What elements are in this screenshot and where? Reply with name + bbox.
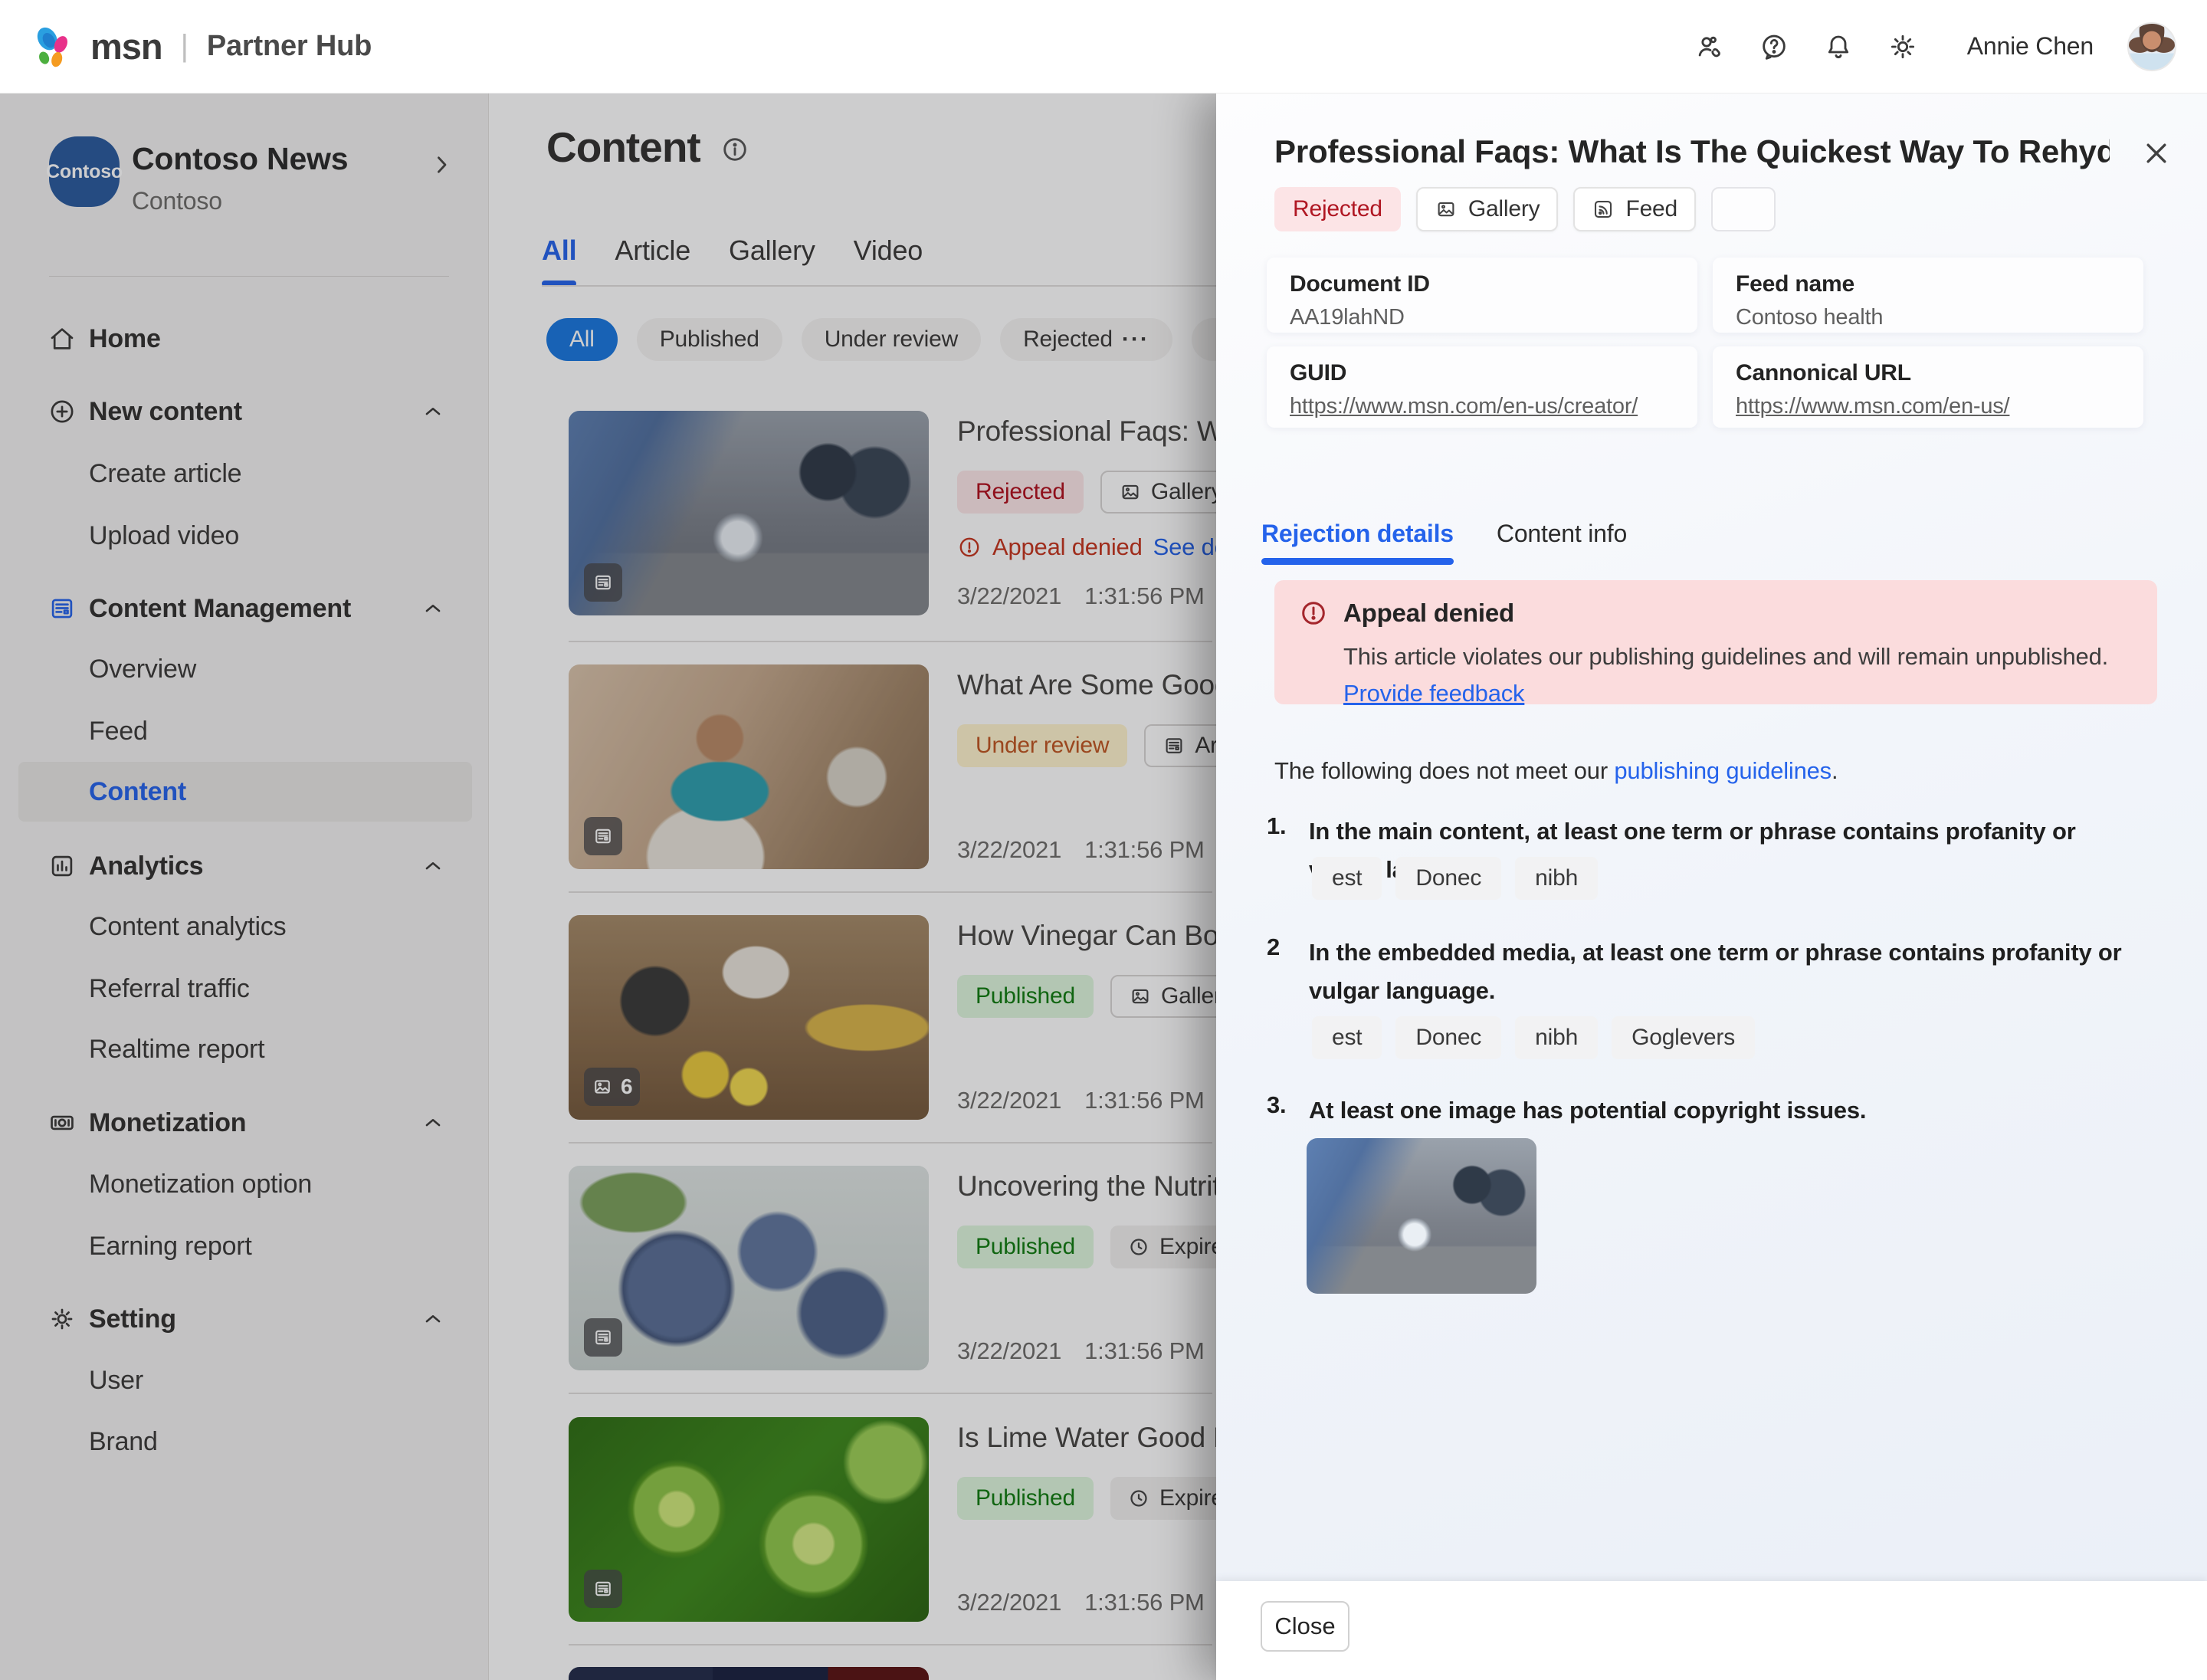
guid-link[interactable]: https://www.msn.com/en-us/creator/	[1290, 394, 1674, 419]
panel-footer: Close	[1216, 1581, 2207, 1680]
settings-gear-icon[interactable]	[1887, 31, 1918, 62]
tab-rejection-details[interactable]: Rejection details	[1261, 520, 1454, 565]
document-id-card: Document ID AA19lahND	[1267, 258, 1697, 333]
app-window: msn | Partner Hub	[0, 0, 2207, 1680]
topbar-actions: Annie Chen	[1694, 22, 2176, 71]
violation-terms: est Donec nibh	[1312, 857, 1598, 900]
brand-product: Partner Hub	[207, 30, 372, 63]
appeal-denied-alert: Appeal denied This article violates our …	[1274, 580, 2157, 704]
tab-content-info[interactable]: Content info	[1497, 520, 1627, 565]
close-icon[interactable]	[2141, 138, 2172, 169]
canonical-url-link[interactable]: https://www.msn.com/en-us/	[1736, 394, 2120, 419]
active-tab-indicator	[1261, 558, 1454, 565]
violation-item: 2 In the embedded media, at least one te…	[1267, 934, 2140, 1009]
panel-title: Professional Faqs: What Is The Quickest …	[1274, 133, 2110, 170]
notifications-bell-icon[interactable]	[1823, 31, 1854, 62]
user-name[interactable]: Annie Chen	[1967, 32, 2094, 61]
provide-feedback-link[interactable]: Provide feedback	[1343, 680, 1524, 707]
top-bar: msn | Partner Hub	[0, 0, 2207, 94]
type-pill-feed: Feed	[1573, 187, 1696, 231]
copyright-issue-image	[1307, 1138, 1536, 1294]
feed-name-card: Feed name Contoso health	[1713, 258, 2143, 333]
brand-msn: msn	[90, 25, 162, 67]
term-chip: est	[1312, 857, 1382, 900]
contact-support-icon[interactable]	[1694, 31, 1725, 62]
term-chip: nibh	[1515, 857, 1598, 900]
panel-badges: Rejected Gallery Feed	[1274, 187, 1776, 231]
brand[interactable]: msn | Partner Hub	[31, 25, 372, 68]
canonical-url-card: Cannonical URL https://www.msn.com/en-us…	[1713, 346, 2143, 428]
violation-terms: est Donec nibh Goglevers	[1312, 1016, 1755, 1059]
close-button[interactable]: Close	[1261, 1601, 1349, 1652]
guidelines-sentence: The following does not meet our publishi…	[1274, 757, 1838, 785]
empty-badge	[1711, 187, 1776, 231]
alert-error-icon	[1299, 599, 1328, 628]
brand-divider: |	[181, 29, 189, 64]
user-avatar[interactable]	[2127, 22, 2176, 71]
publishing-guidelines-link[interactable]: publishing guidelines	[1614, 757, 1832, 784]
msn-butterfly-logo	[31, 25, 75, 68]
panel-tabs: Rejection details Content info	[1261, 520, 1627, 565]
term-chip: est	[1312, 1016, 1382, 1059]
help-icon[interactable]	[1759, 31, 1789, 62]
type-pill-gallery: Gallery	[1416, 187, 1559, 231]
guid-card: GUID https://www.msn.com/en-us/creator/	[1267, 346, 1697, 428]
status-badge: Rejected	[1274, 187, 1401, 231]
term-chip: Donec	[1395, 857, 1501, 900]
violation-item: 3. At least one image has potential copy…	[1267, 1091, 2140, 1130]
term-chip: Donec	[1395, 1016, 1501, 1059]
rejection-details-panel: Professional Faqs: What Is The Quickest …	[1216, 94, 2207, 1680]
term-chip: Goglevers	[1612, 1016, 1755, 1059]
modal-dim-overlay	[0, 94, 1217, 1680]
term-chip: nibh	[1515, 1016, 1598, 1059]
